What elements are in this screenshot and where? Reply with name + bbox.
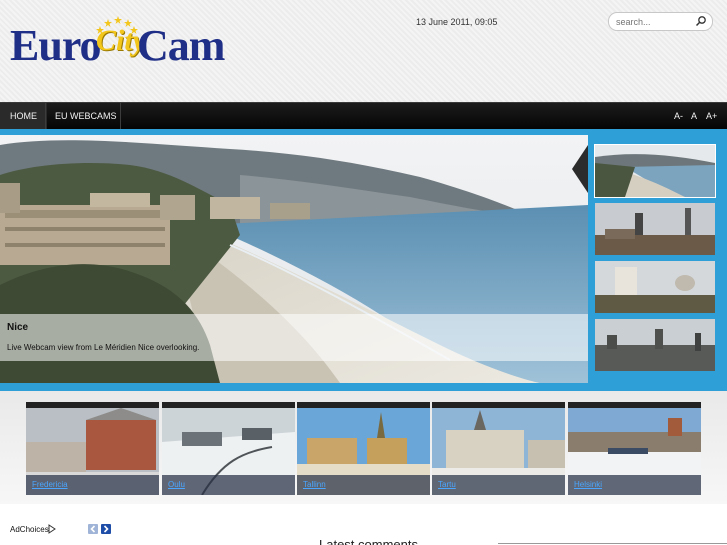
webcam-link-tallinn[interactable]: Tallinn	[303, 480, 326, 489]
webcam-card-tartu[interactable]: Tartu	[432, 402, 565, 495]
logo-city-mark: City	[94, 16, 146, 80]
featured-title[interactable]: Nice	[7, 322, 28, 333]
webcam-link-oulu[interactable]: Oulu	[168, 480, 185, 489]
webcam-caption: Tallinn	[297, 475, 430, 495]
logo-word-cam: Cam	[137, 21, 225, 70]
site-header: Euro City Cam 13 June 2011, 09:05	[0, 0, 727, 102]
slider-thumb-4[interactable]	[595, 319, 715, 371]
site-logo[interactable]: Euro City Cam	[10, 16, 225, 80]
featured-caption: Nice Live Webcam view from Le Méridien N…	[0, 314, 588, 361]
main-navigation: HOME EU WEBCAMS A- A A+	[0, 102, 727, 130]
adchoices-label[interactable]: AdChoices	[10, 525, 49, 534]
slider-thumb-3[interactable]	[595, 261, 715, 313]
webcam-caption: Oulu	[162, 475, 295, 495]
webcam-card-fredericia[interactable]: Fredericia	[26, 402, 159, 495]
next-page-button[interactable]	[101, 524, 111, 534]
nav-divider	[120, 103, 121, 130]
webcam-strip: Fredericia Oulu Tallinn Tartu Helsinki	[0, 389, 727, 504]
webcam-card-helsinki[interactable]: Helsinki	[568, 402, 701, 495]
thumb-image	[595, 145, 715, 197]
webcam-card-oulu[interactable]: Oulu	[162, 402, 295, 495]
thumb-image	[595, 319, 715, 371]
slider-thumb-2[interactable]	[595, 203, 715, 255]
font-size-default-button[interactable]: A	[691, 103, 697, 130]
latest-comments-heading: Latest comments	[319, 537, 418, 545]
chevron-right-icon	[103, 525, 109, 533]
webcam-caption: Tartu	[432, 475, 565, 495]
nav-item-eu-webcams[interactable]: EU WEBCAMS	[45, 103, 127, 130]
webcam-caption: Helsinki	[568, 475, 701, 495]
webcam-caption: Fredericia	[26, 475, 159, 495]
thumb-image	[595, 261, 715, 313]
font-size-increase-button[interactable]: A+	[706, 103, 717, 130]
adchoices-icon[interactable]	[48, 524, 56, 534]
logo-word-euro: Euro	[10, 21, 102, 70]
featured-description: Live Webcam view from Le Méridien Nice o…	[7, 343, 200, 352]
webcam-link-fredericia[interactable]: Fredericia	[32, 480, 68, 489]
webcam-link-tartu[interactable]: Tartu	[438, 480, 456, 489]
current-datetime: 13 June 2011, 09:05	[416, 17, 498, 27]
featured-webcam-slider: Nice Live Webcam view from Le Méridien N…	[0, 129, 727, 389]
slider-thumb-nice[interactable]	[594, 144, 716, 198]
prev-page-button[interactable]	[88, 524, 98, 534]
slider-thumbnails	[588, 135, 727, 383]
thumb-image	[595, 203, 715, 255]
page-bottom: AdChoices Latest comments	[0, 504, 727, 545]
search-input[interactable]	[616, 15, 696, 28]
webcam-card-tallinn[interactable]: Tallinn	[297, 402, 430, 495]
chevron-left-icon	[90, 525, 96, 533]
webcam-link-helsinki[interactable]: Helsinki	[574, 480, 602, 489]
nav-item-home[interactable]: HOME	[0, 103, 47, 130]
section-divider	[498, 543, 727, 544]
active-thumb-pointer-icon	[572, 145, 588, 193]
search-box	[608, 12, 713, 31]
font-size-decrease-button[interactable]: A-	[674, 103, 683, 130]
search-icon[interactable]	[695, 15, 707, 27]
